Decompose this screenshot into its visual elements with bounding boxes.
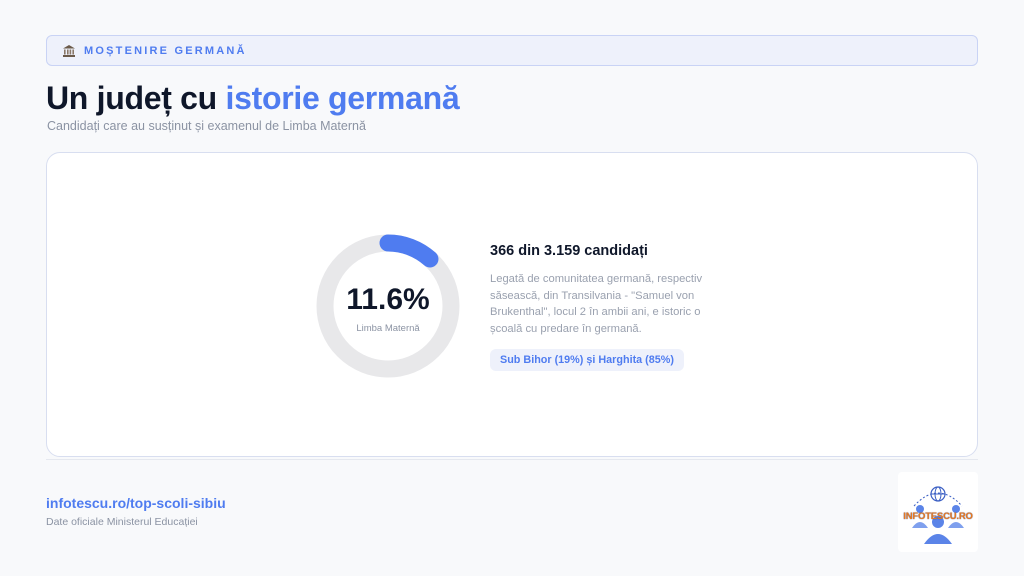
bank-building-icon bbox=[62, 44, 76, 58]
source-link[interactable]: infotescu.ro/top-scoli-sibiu bbox=[46, 495, 226, 511]
percent-value: 11.6% bbox=[346, 283, 430, 316]
stat-headline: 366 din 3.159 candidați bbox=[490, 243, 648, 259]
stat-card: 11.6% Limba Maternă 366 din 3.159 candid… bbox=[46, 152, 978, 457]
page-subtitle: Candidați care au susținut și examenul d… bbox=[47, 119, 366, 133]
section-tag: MOȘTENIRE GERMANĂ bbox=[46, 35, 978, 66]
footer-divider bbox=[46, 459, 978, 460]
percent-donut: 11.6% bbox=[313, 231, 463, 381]
donut-caption: Limba Maternă bbox=[356, 323, 420, 334]
logo-wordmark: INFOTESCU.RO bbox=[903, 511, 973, 522]
stat-description: Legată de comunitatea germană, respectiv… bbox=[490, 273, 703, 335]
title-accent: istorie germană bbox=[225, 80, 460, 116]
comparison-badge: Sub Bihor (19%) și Harghita (85%) bbox=[490, 349, 684, 371]
stat-info: 366 din 3.159 candidați Legată de comuni… bbox=[490, 243, 720, 371]
page-title: Un județ cu istorie germană bbox=[46, 80, 460, 117]
source-note: Date oficiale Ministerul Educației bbox=[46, 516, 198, 528]
section-tag-label: MOȘTENIRE GERMANĂ bbox=[84, 44, 247, 57]
infotescu-logo: INFOTESCU.RO bbox=[898, 472, 978, 552]
title-plain: Un județ cu bbox=[46, 80, 226, 116]
